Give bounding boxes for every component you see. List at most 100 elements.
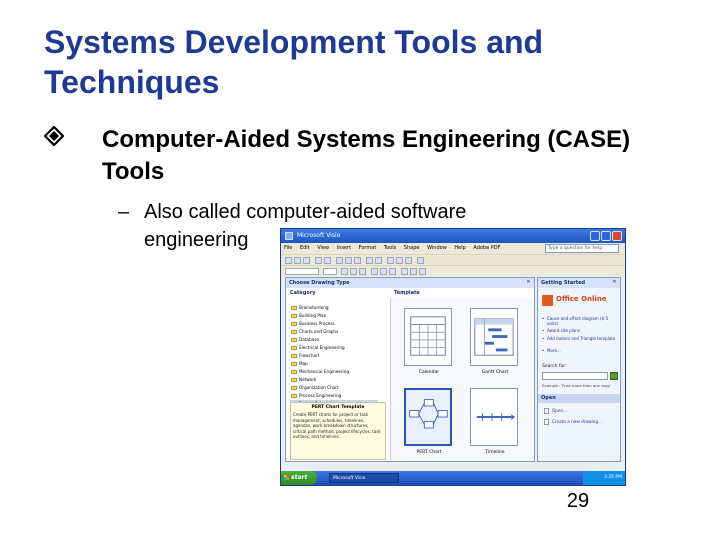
- folder-icon: [291, 370, 297, 374]
- create-new-drawing-link[interactable]: Create a new drawing...: [544, 419, 602, 425]
- category-organization-chart[interactable]: Organization Chart: [290, 384, 378, 392]
- save-icon[interactable]: [303, 257, 310, 264]
- search-example: Example: 'Print more than one copy': [542, 383, 612, 388]
- print-icon[interactable]: [315, 257, 322, 264]
- timeline-thumbnail-icon: [470, 388, 518, 446]
- category-process-engineering[interactable]: Process Engineering: [290, 392, 378, 400]
- template-gallery: Calendar Gantt Chart PERT Chart Timeline: [390, 298, 532, 460]
- taskbar-visio-item[interactable]: Microsoft Visio: [329, 473, 399, 483]
- template-label-gantt-chart: Gantt Chart: [481, 370, 509, 375]
- category-header: Category: [290, 290, 316, 296]
- gantt-thumbnail-icon: [470, 308, 518, 366]
- align-right-icon[interactable]: [389, 268, 396, 275]
- menu-view[interactable]: View: [314, 243, 332, 254]
- folder-icon: [291, 378, 297, 382]
- office-online-logo: Office Online: [542, 294, 618, 308]
- font-select[interactable]: [285, 268, 319, 275]
- category-charts-and-graphs[interactable]: Charts and Graphs: [290, 328, 378, 336]
- template-pert-chart[interactable]: PERT Chart: [399, 388, 459, 464]
- folder-icon: [291, 338, 297, 342]
- window-title: Microsoft Visio: [297, 232, 341, 239]
- menubar: File Edit View Insert Format Tools Shape…: [281, 243, 625, 254]
- link-add-meters[interactable]: Add meters and Triangle template: [542, 336, 620, 341]
- template-label-pert-chart: PERT Chart: [416, 450, 442, 455]
- menu-help[interactable]: Help: [451, 243, 468, 254]
- open-icon[interactable]: [294, 257, 301, 264]
- search-input[interactable]: [542, 372, 608, 380]
- category-building-plan[interactable]: Building Plan: [290, 312, 378, 320]
- calendar-thumbnail-icon: [404, 308, 452, 366]
- close-button[interactable]: [612, 231, 622, 241]
- cut-icon[interactable]: [336, 257, 343, 264]
- diamond-bullet-icon: [44, 126, 64, 146]
- category-brainstorming[interactable]: Brainstorming: [290, 304, 378, 312]
- preview-icon[interactable]: [324, 257, 331, 264]
- fill-color-icon[interactable]: [419, 268, 426, 275]
- category-business-process[interactable]: Business Process: [290, 320, 378, 328]
- link-award-site-plans[interactable]: Award site plans: [542, 328, 620, 333]
- menu-format[interactable]: Format: [356, 243, 380, 254]
- system-tray-clock: 3:25 PM: [583, 471, 625, 485]
- getting-started-header: Getting Started: [538, 278, 620, 288]
- template-gantt-chart[interactable]: Gantt Chart: [465, 308, 525, 384]
- search-go-icon[interactable]: [610, 372, 618, 380]
- folder-icon: [291, 362, 297, 366]
- pert-thumbnail-icon: [404, 388, 452, 446]
- folder-icon: [291, 346, 297, 350]
- folder-icon: [291, 394, 297, 398]
- category-map[interactable]: Map: [290, 360, 378, 368]
- connector-icon[interactable]: [396, 257, 403, 264]
- menu-file[interactable]: File: [281, 243, 295, 254]
- category-mechanical-engineering[interactable]: Mechanical Engineering: [290, 368, 378, 376]
- link-more[interactable]: More...: [542, 348, 620, 353]
- line-color-icon[interactable]: [410, 268, 417, 275]
- template-timeline[interactable]: Timeline: [465, 388, 525, 464]
- maximize-button[interactable]: [601, 231, 611, 241]
- open-file-link[interactable]: Open...: [544, 408, 567, 414]
- pointer-icon[interactable]: [387, 257, 394, 264]
- windows-taskbar: start Microsoft Visio 3:25 PM: [281, 471, 625, 485]
- main-bullet: Computer-Aided Systems Engineering (CASE…: [44, 124, 684, 194]
- folder-icon: [291, 386, 297, 390]
- window-titlebar: Microsoft Visio: [281, 229, 625, 243]
- folder-icon: [291, 354, 297, 358]
- pane-close-icon[interactable]: ✕: [525, 279, 532, 286]
- getting-started-pane: Getting Started ✕ Office Online Cause an…: [537, 277, 621, 462]
- underline-icon[interactable]: [359, 268, 366, 275]
- menu-shape[interactable]: Shape: [401, 243, 423, 254]
- undo-icon[interactable]: [366, 257, 373, 264]
- zoom-icon[interactable]: [417, 257, 424, 264]
- redo-icon[interactable]: [375, 257, 382, 264]
- text-icon[interactable]: [405, 257, 412, 264]
- align-center-icon[interactable]: [380, 268, 387, 275]
- start-button[interactable]: start: [281, 471, 317, 485]
- new-document-icon: [544, 419, 549, 425]
- align-left-icon[interactable]: [371, 268, 378, 275]
- menu-edit[interactable]: Edit: [297, 243, 313, 254]
- menu-window[interactable]: Window: [424, 243, 450, 254]
- category-network[interactable]: Network: [290, 376, 378, 384]
- font-size-select[interactable]: [323, 268, 337, 275]
- new-icon[interactable]: [285, 257, 292, 264]
- category-database[interactable]: Database: [290, 336, 378, 344]
- help-search-input[interactable]: Type a question for help: [545, 244, 619, 253]
- template-calendar[interactable]: Calendar: [399, 308, 459, 384]
- link-cause-and-effect[interactable]: Cause and effect diagram (6-5 units): [542, 316, 620, 326]
- copy-icon[interactable]: [345, 257, 352, 264]
- folder-open-icon: [544, 408, 549, 414]
- description-text: Create PERT charts for project or task m…: [293, 412, 381, 440]
- template-label-timeline: Timeline: [485, 450, 505, 455]
- menu-adobe-pdf[interactable]: Adobe PDF: [470, 243, 503, 254]
- minimize-button[interactable]: [590, 231, 600, 241]
- menu-insert[interactable]: Insert: [334, 243, 354, 254]
- bold-icon[interactable]: [341, 268, 348, 275]
- menu-tools[interactable]: Tools: [381, 243, 399, 254]
- paste-icon[interactable]: [354, 257, 361, 264]
- category-electrical-engineering[interactable]: Electrical Engineering: [290, 344, 378, 352]
- font-color-icon[interactable]: [401, 268, 408, 275]
- italic-icon[interactable]: [350, 268, 357, 275]
- search-label: Search for:: [542, 364, 567, 369]
- slide-title: Systems Development Tools and Techniques: [44, 24, 544, 100]
- task-pane-close-icon[interactable]: ✕: [611, 279, 618, 286]
- category-flowchart[interactable]: Flowchart: [290, 352, 378, 360]
